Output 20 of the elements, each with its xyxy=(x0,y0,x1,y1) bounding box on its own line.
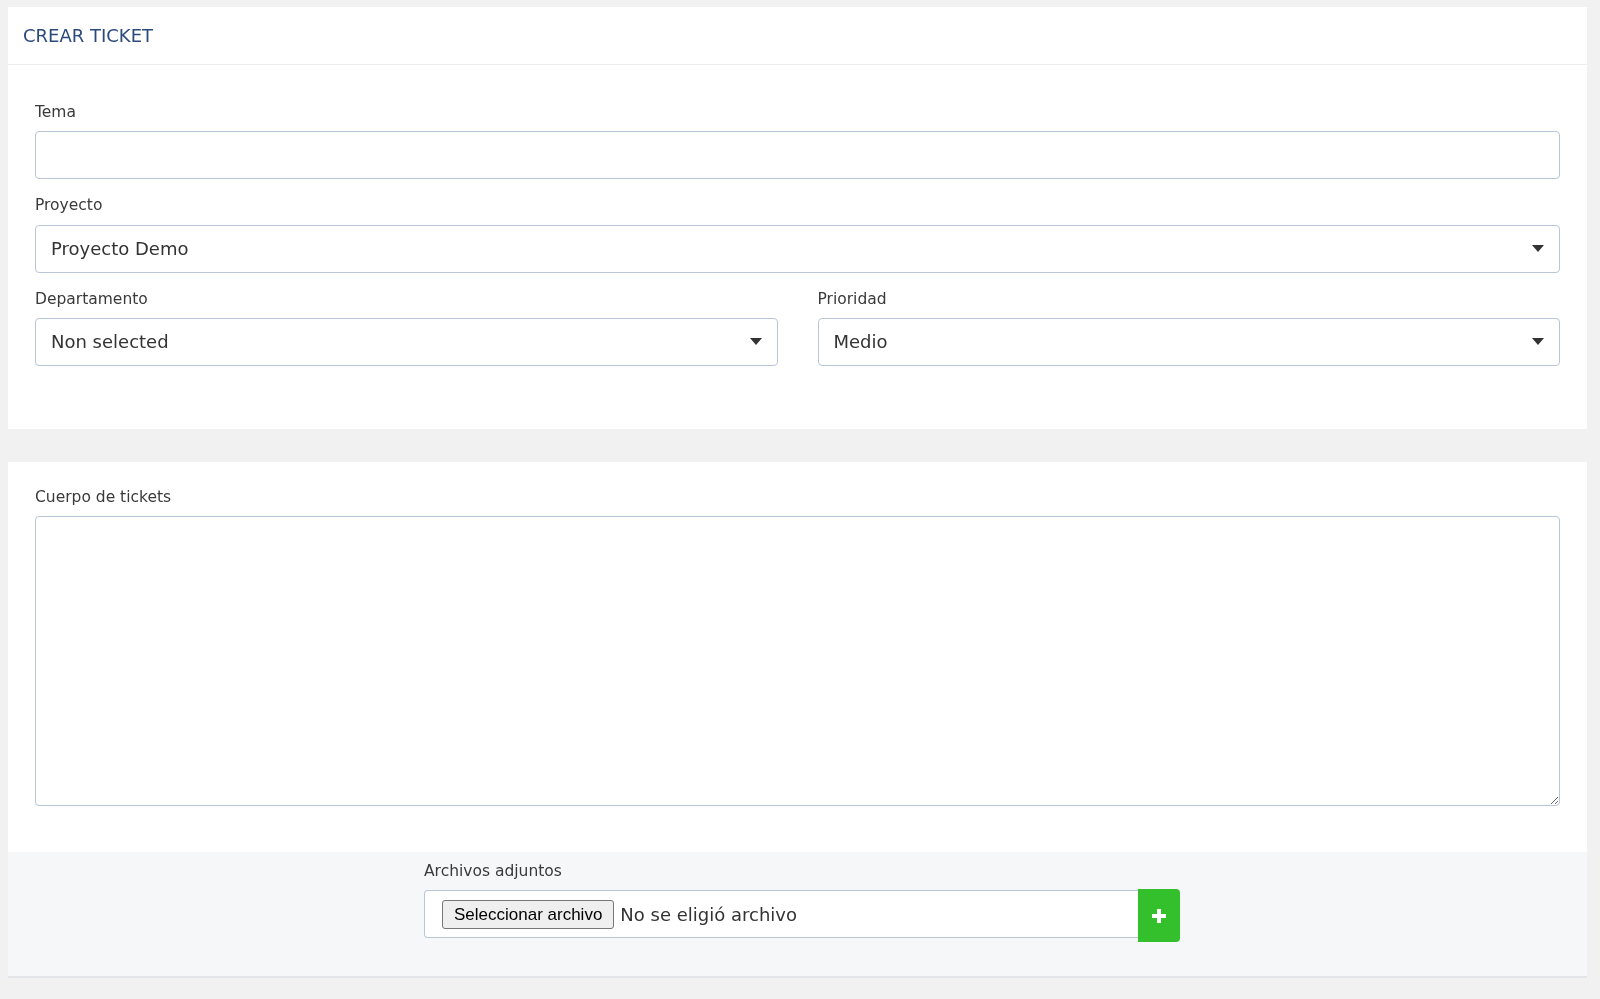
caret-icon xyxy=(1532,245,1544,252)
field-label: Prioridad xyxy=(817,288,888,310)
plus-icon xyxy=(1152,908,1166,923)
caret-icon xyxy=(749,338,762,346)
field-label: Cuerpo de tickets xyxy=(35,486,173,508)
file-status-text: No se eligió archivo xyxy=(620,902,797,927)
field-label: Proyecto xyxy=(35,195,104,217)
text-area-field[interactable] xyxy=(35,516,1560,806)
caret-icon xyxy=(1532,338,1544,346)
select-field[interactable]: Proyecto Demo xyxy=(35,224,1560,273)
field-label: Departamento xyxy=(35,288,149,310)
choose-file-button[interactable]: Seleccionar archivo xyxy=(442,899,615,929)
select-field[interactable]: Medio xyxy=(817,317,1560,366)
page-title: CREAR TICKET xyxy=(23,24,154,48)
field-label: Archivos adjuntos xyxy=(424,861,563,882)
select-field[interactable]: Non selected xyxy=(35,317,778,366)
add-file-button[interactable] xyxy=(1138,889,1180,943)
field-label: Tema xyxy=(35,102,77,123)
text-input-field[interactable] xyxy=(35,131,1560,180)
file-input-field[interactable]: Seleccionar archivo No se eligió archivo xyxy=(424,890,1138,939)
